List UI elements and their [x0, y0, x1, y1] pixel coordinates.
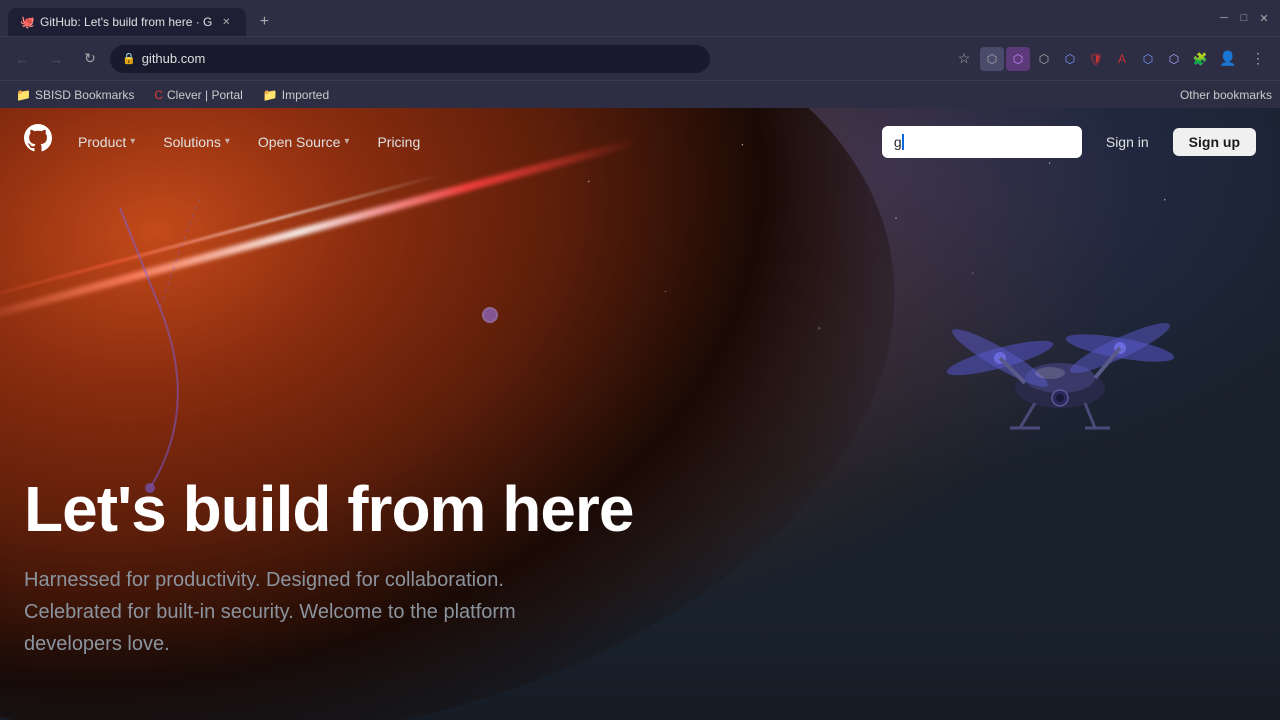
search-box[interactable]: g — [882, 126, 1082, 158]
open-source-chevron: ▾ — [344, 136, 349, 147]
back-button[interactable]: ← — [8, 45, 36, 73]
extension-5[interactable]: A — [1110, 47, 1134, 71]
extension-7[interactable]: ⬡ — [1162, 47, 1186, 71]
title-bar: 🐙 GitHub: Let's build from here · G ✕ + … — [0, 0, 1280, 36]
nav-open-source[interactable]: Open Source ▾ — [248, 128, 360, 156]
forward-button[interactable]: → — [42, 45, 70, 73]
hero-subtitle: Harnessed for productivity. Designed for… — [24, 564, 584, 660]
bookmarks-bar: 📁 SBISD Bookmarks C Clever | Portal 📁 Im… — [0, 80, 1280, 108]
more-menu-button[interactable]: ⋮ — [1244, 45, 1272, 73]
nav-pricing[interactable]: Pricing — [367, 128, 430, 156]
tab-close-button[interactable]: ✕ — [218, 14, 234, 30]
bookmark-imported-label: Imported — [282, 88, 329, 102]
nav-product[interactable]: Product ▾ — [68, 128, 145, 156]
new-tab-button[interactable]: + — [250, 8, 278, 36]
hero-title: Let's build from here — [24, 474, 724, 544]
bookmark-sbisd[interactable]: 📁 SBISD Bookmarks — [8, 86, 142, 104]
github-page: Product ▾ Solutions ▾ Open Source ▾ Pric… — [0, 108, 1280, 720]
browser-window: 🐙 GitHub: Let's build from here · G ✕ + … — [0, 0, 1280, 108]
github-logo[interactable] — [24, 124, 52, 159]
extension-chrome[interactable]: ⬡ — [1032, 47, 1056, 71]
url-display: github.com — [142, 51, 698, 66]
profile-button[interactable]: 👤 — [1214, 45, 1242, 73]
extension-4[interactable]: 🛡 — [1084, 47, 1108, 71]
address-bar[interactable]: 🔒 github.com — [110, 45, 710, 73]
close-button[interactable]: ✕ — [1256, 10, 1272, 26]
reload-button[interactable]: ↻ — [76, 45, 104, 73]
folder-icon: 📁 — [16, 88, 31, 102]
other-bookmarks-label: Other bookmarks — [1180, 88, 1272, 102]
extension-6[interactable]: ⬡ — [1136, 47, 1160, 71]
lock-icon: 🔒 — [122, 52, 136, 65]
bookmark-clever[interactable]: C Clever | Portal — [146, 86, 250, 104]
clever-icon: C — [154, 88, 163, 102]
puzzle-icon[interactable]: 🧩 — [1188, 47, 1212, 71]
tab-title: GitHub: Let's build from here · G — [40, 15, 212, 29]
nav-pricing-label: Pricing — [377, 134, 420, 150]
active-tab[interactable]: 🐙 GitHub: Let's build from here · G ✕ — [8, 8, 246, 36]
tab-bar: 🐙 GitHub: Let's build from here · G ✕ + — [8, 0, 278, 36]
other-bookmarks[interactable]: Other bookmarks — [1180, 88, 1272, 102]
search-value: g — [894, 134, 902, 150]
address-bar-row: ← → ↻ 🔒 github.com ☆ ⬡ ⬡ ⬡ ⬡ 🛡 A ⬡ ⬡ 🧩 👤… — [0, 36, 1280, 80]
product-chevron: ▾ — [130, 136, 135, 147]
bookmark-imported[interactable]: 📁 Imported — [255, 86, 337, 104]
search-cursor — [902, 134, 904, 150]
hero-content: Let's build from here Harnessed for prod… — [24, 474, 724, 660]
nav-solutions-label: Solutions — [163, 134, 221, 150]
maximize-button[interactable]: □ — [1236, 10, 1252, 26]
nav-open-source-label: Open Source — [258, 134, 341, 150]
minimize-button[interactable]: ─ — [1216, 10, 1232, 26]
browser-actions: ☆ ⬡ ⬡ ⬡ ⬡ 🛡 A ⬡ ⬡ 🧩 👤 ⋮ — [950, 45, 1272, 73]
folder-icon-2: 📁 — [263, 88, 278, 102]
github-navbar: Product ▾ Solutions ▾ Open Source ▾ Pric… — [0, 108, 1280, 175]
nav-solutions[interactable]: Solutions ▾ — [153, 128, 240, 156]
extension-1[interactable]: ⬡ — [980, 47, 1004, 71]
extension-2[interactable]: ⬡ — [1006, 47, 1030, 71]
bookmark-sbisd-label: SBISD Bookmarks — [35, 88, 134, 102]
bookmark-clever-label: Clever | Portal — [167, 88, 243, 102]
window-controls: ─ □ ✕ — [1216, 10, 1272, 26]
tab-favicon: 🐙 — [20, 15, 34, 29]
sign-up-button[interactable]: Sign up — [1173, 128, 1256, 156]
extension-3[interactable]: ⬡ — [1058, 47, 1082, 71]
solutions-chevron: ▾ — [225, 136, 230, 147]
sign-in-button[interactable]: Sign in — [1090, 128, 1165, 156]
drone-illustration — [920, 278, 1200, 478]
bookmark-star-button[interactable]: ☆ — [950, 45, 978, 73]
nav-product-label: Product — [78, 134, 126, 150]
